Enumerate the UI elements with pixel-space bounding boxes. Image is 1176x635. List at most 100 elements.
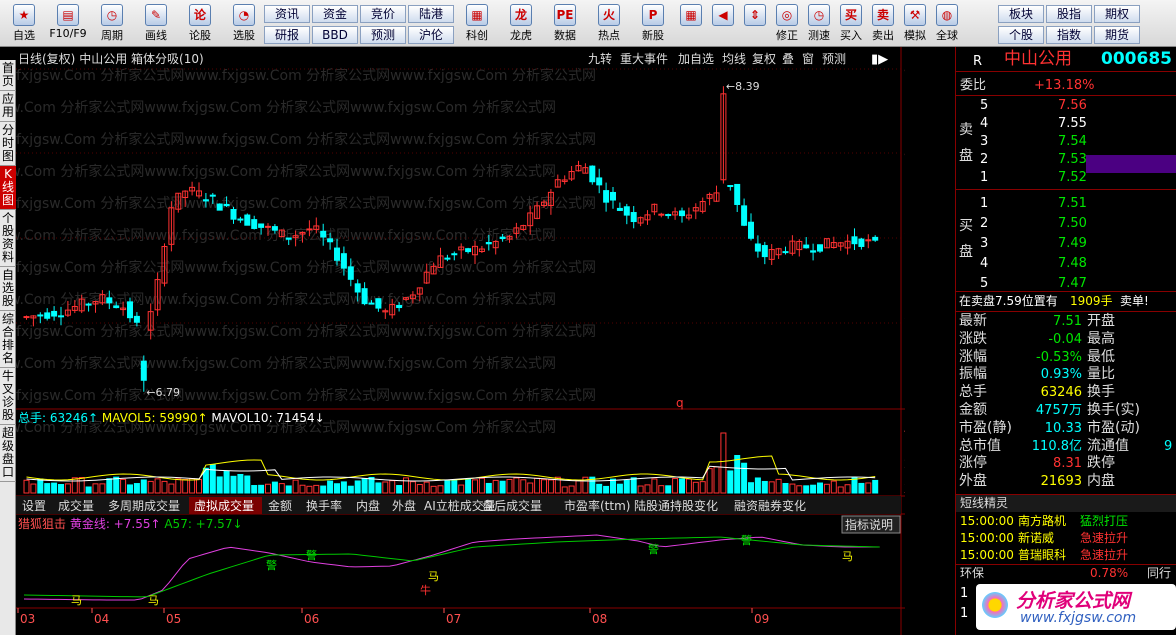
volume-axis-label: X10 [904, 482, 905, 496]
jingling-stock[interactable]: 新诺威 [1018, 530, 1054, 547]
indicator-tab[interactable]: 外盘 [392, 498, 416, 513]
toolbar-chip-button[interactable]: ▦ 科创 [456, 2, 498, 46]
order-notice-action: 卖单! [1120, 294, 1149, 308]
indicator-tab[interactable]: 多周期成交量 [108, 498, 180, 513]
candle-body [216, 203, 223, 211]
left-tab[interactable]: 牛叉诊股 [0, 368, 16, 425]
volume-bar [803, 485, 810, 494]
candle-body [251, 219, 258, 229]
kline-svg[interactable]: fxjgsw.Com 分析家公式网www.fxjgsw.Com 分析家公式网ww… [16, 47, 905, 635]
indicator-tab[interactable]: 市盈率(ttm) [564, 498, 630, 513]
toolbar-grid-button[interactable]: 资讯 [264, 5, 310, 23]
indicator-tab[interactable]: 成交量 [58, 498, 94, 513]
chart-button[interactable]: 九转 [588, 51, 612, 66]
indicator-header: 猎狐狙击 黄金线: +7.55↑ A57: +7.57↓ [18, 516, 243, 531]
volume-ma10: MAVOL10: 71454↓ [211, 411, 324, 425]
left-tab[interactable]: 分时图 [0, 122, 16, 166]
buy-price[interactable]: 7.51 [1058, 195, 1087, 212]
candle-body [741, 205, 748, 226]
chart-button[interactable]: 重大事件 [620, 52, 668, 66]
toolbar-market-button[interactable]: 股指 [1046, 5, 1092, 23]
chart-button[interactable]: 预测 [822, 52, 846, 66]
buy-price[interactable]: 7.48 [1058, 255, 1087, 272]
toolbar-grid-button[interactable]: 预测 [360, 26, 406, 44]
candle-body [368, 302, 375, 305]
toolbar-clock-button[interactable]: ◷ 周期 [91, 2, 133, 46]
candle-body [334, 247, 340, 261]
left-tab[interactable]: 综合排名 [0, 311, 16, 368]
toolbar-star-button[interactable]: ★ 自选 [3, 2, 45, 46]
left-tab[interactable]: 首页 [0, 60, 16, 91]
candle-body [51, 310, 58, 317]
toolbar-market-button[interactable]: 指数 [1046, 26, 1092, 44]
left-tab[interactable]: 个股资料 [0, 210, 16, 267]
toolbar-grid-button[interactable]: ▦ [676, 2, 706, 46]
chart-button[interactable]: 叠 [782, 52, 794, 66]
toolbar-market-button[interactable]: 期权 [1094, 5, 1140, 23]
sell-price[interactable]: 7.54 [1058, 133, 1087, 150]
sell-price[interactable]: 7.53 [1058, 151, 1087, 168]
toolbar-hammer-button[interactable]: ⚒ 模拟 [900, 2, 930, 46]
chart-button[interactable]: 加自选 [678, 52, 714, 66]
left-tab[interactable]: 自选股 [0, 267, 16, 311]
toolbar-ipo-button[interactable]: P 新股 [632, 2, 674, 46]
toolbar-sell-button[interactable]: 卖卖出 [868, 2, 898, 46]
toolbar-speed-button[interactable]: ◷ 测速 [804, 2, 834, 46]
buy-price[interactable]: 7.47 [1058, 275, 1087, 292]
candle-body [58, 315, 64, 318]
indicator-tab[interactable]: 融资融券变化 [734, 498, 806, 513]
indicator-tab[interactable]: 内盘 [356, 498, 380, 513]
toolbar-grid-button[interactable]: 研报 [264, 26, 310, 44]
chart-header: 日线(复权) 中山公用 箱体分吸(10) [18, 51, 204, 66]
toolbar-grid-button[interactable]: 竞价 [360, 5, 406, 23]
sell-price[interactable]: 7.52 [1058, 169, 1087, 186]
left-tab[interactable]: K线图 [0, 166, 16, 210]
chart-button[interactable]: 均线 [722, 52, 746, 66]
indicator-tab[interactable]: 虚拟成交量 [194, 498, 254, 513]
candle-body [244, 214, 251, 226]
toolbar-buy-button[interactable]: 买买入 [836, 2, 866, 46]
volume-bar [106, 478, 113, 494]
indicator-tab[interactable]: 换手率 [306, 498, 342, 513]
indicator-tab[interactable]: 陆股通持股变化 [634, 498, 718, 513]
volume-bar [872, 479, 879, 494]
sell-price[interactable]: 7.55 [1058, 115, 1087, 132]
sell-price[interactable]: 7.56 [1058, 97, 1087, 114]
kline-chart-area[interactable]: fxjgsw.Com 分析家公式网www.fxjgsw.Com 分析家公式网ww… [16, 47, 905, 635]
chart-button[interactable]: 复权 [752, 52, 776, 66]
buy-price[interactable]: 7.50 [1058, 215, 1087, 232]
jingling-stock[interactable]: 普瑞眼科 [1018, 547, 1066, 564]
stat-label: 市盈(动) [1087, 419, 1140, 436]
jingling-stock[interactable]: 南方路机 [1018, 513, 1066, 530]
indicator-tab[interactable]: 盘后成交量 [482, 498, 542, 513]
chart-menu-icon[interactable]: ▮▶ [871, 52, 888, 67]
toolbar-fire-button[interactable]: 火热点 [588, 2, 630, 46]
star-icon: ★ [13, 4, 35, 26]
toolbar-repair-button[interactable]: ◎ 修正 [772, 2, 802, 46]
toolbar-grid-button[interactable]: BBD [312, 26, 358, 44]
toolbar-pe-button[interactable]: PE 数据 [544, 2, 586, 46]
left-tab[interactable]: 超级盘口 [0, 425, 16, 482]
indicator-tab[interactable]: 设置 [22, 499, 46, 513]
indicator-tab[interactable]: 金额 [268, 498, 292, 513]
volume-bar [223, 470, 230, 494]
toolbar-market-button[interactable]: 期货 [1094, 26, 1140, 44]
chart-button[interactable]: 窗 [802, 52, 814, 66]
toolbar-globe-button[interactable]: ◍ 全球 [932, 2, 962, 46]
toolbar-grid-button[interactable]: 资金 [312, 5, 358, 23]
toolbar-talk-button[interactable]: 论论股 [179, 2, 221, 46]
volume-bar [285, 485, 292, 494]
toolbar-market-button[interactable]: 个股 [998, 26, 1044, 44]
toolbar-up-down-arrow-button[interactable]: ⇕ [740, 2, 770, 46]
toolbar-grid-button[interactable]: 沪伦 [408, 26, 454, 44]
toolbar-radar-button[interactable]: ◔ 选股 [223, 2, 265, 46]
toolbar-document-button[interactable]: ▤ F10/F9 [47, 2, 89, 46]
watermark-text: fxjgsw.Com 分析家公式网www.fxjgsw.Com 分析家公式网ww… [16, 131, 596, 148]
toolbar-market-button[interactable]: 板块 [998, 5, 1044, 23]
toolbar-grid-button[interactable]: 陆港 [408, 5, 454, 23]
buy-price[interactable]: 7.49 [1058, 235, 1087, 252]
toolbar-back-arrow-button[interactable]: ◀ [708, 2, 738, 46]
toolbar-dragon-button[interactable]: 龙龙虎 [500, 2, 542, 46]
toolbar-pencil-button[interactable]: ✎ 画线 [135, 2, 177, 46]
left-tab[interactable]: 应用 [0, 91, 16, 122]
